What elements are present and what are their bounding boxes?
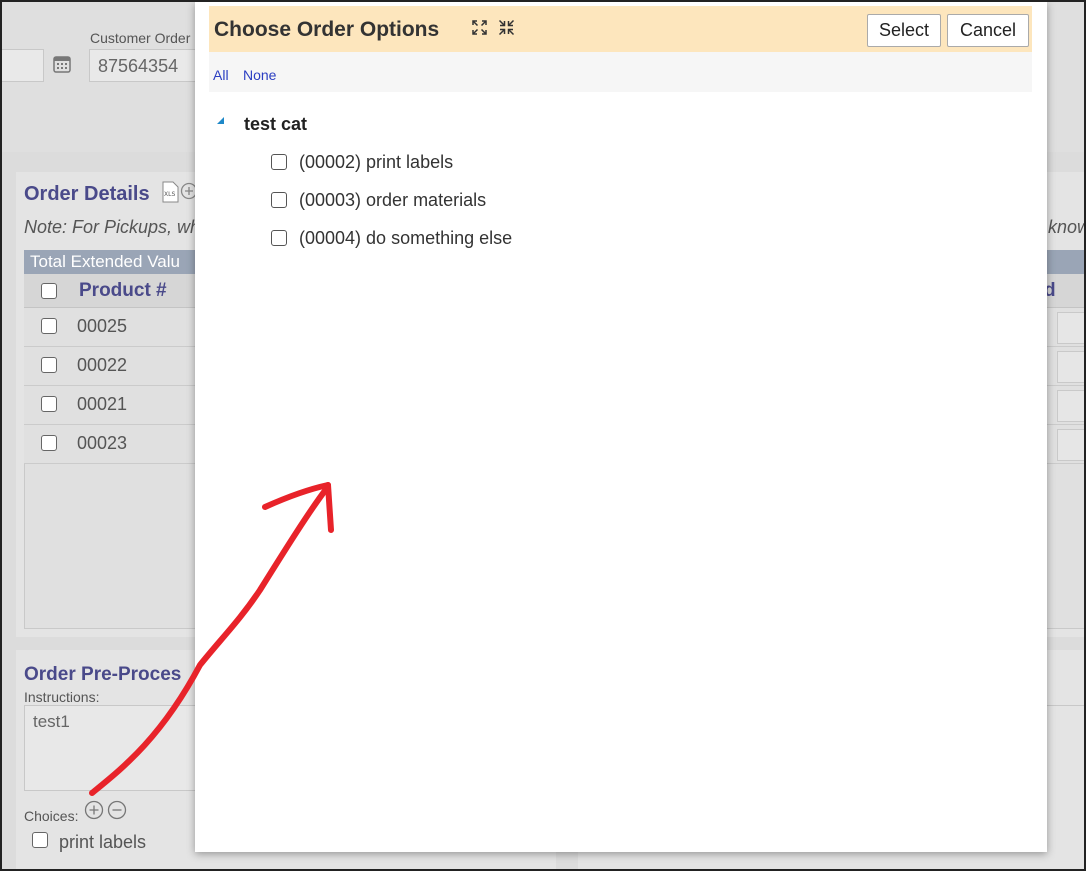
row-checkbox[interactable] <box>41 435 57 451</box>
calendar-icon[interactable] <box>52 54 72 74</box>
svg-text:XLS: XLS <box>164 191 175 198</box>
total-extended-value-label: Total Extended Valu <box>30 252 180 271</box>
option-label-00002[interactable]: (00002) print labels <box>299 152 453 173</box>
row-checkbox[interactable] <box>41 357 57 373</box>
print-labels-label: print labels <box>59 832 147 852</box>
product-column-header[interactable]: Product # <box>79 280 167 302</box>
choose-order-options-dialog: Choose Order Options Select Cancel All N… <box>195 2 1047 852</box>
cancel-button[interactable]: Cancel <box>947 14 1029 47</box>
option-checkbox-00003[interactable] <box>271 192 287 208</box>
select-none-link[interactable]: None <box>243 67 276 83</box>
select-all-link[interactable]: All <box>213 67 229 83</box>
dialog-header: Choose Order Options Select Cancel <box>209 6 1032 52</box>
xls-icon[interactable]: XLS <box>160 181 180 203</box>
product-number: 00021 <box>77 394 128 414</box>
row-input[interactable] <box>1057 351 1086 383</box>
order-details-title: Order Details <box>24 183 150 205</box>
minus-circle-icon[interactable] <box>107 800 127 820</box>
select-all-checkbox[interactable] <box>41 283 57 299</box>
product-number: 00025 <box>77 316 128 336</box>
option-label-00004[interactable]: (00004) do something else <box>299 228 512 249</box>
print-labels-checkbox[interactable] <box>32 832 48 848</box>
row-checkbox[interactable] <box>41 396 57 412</box>
row-input[interactable] <box>1057 429 1086 461</box>
date-input[interactable] <box>2 49 44 82</box>
tree-expanded-arrow-icon[interactable] <box>216 116 226 126</box>
choices-label: Choices: <box>24 808 79 824</box>
select-button[interactable]: Select <box>867 14 941 47</box>
pre-processing-title: Order Pre-Proces <box>24 664 182 685</box>
option-checkbox-00004[interactable] <box>271 230 287 246</box>
row-input[interactable] <box>1057 312 1086 344</box>
collapse-icon[interactable] <box>498 19 515 36</box>
row-checkbox[interactable] <box>41 318 57 334</box>
plus-circle-icon[interactable] <box>84 800 104 820</box>
selection-links-bar: All None <box>209 52 1032 92</box>
dialog-title: Choose Order Options <box>214 18 440 41</box>
instructions-label: Instructions: <box>24 689 100 705</box>
pickup-note-continued: know <box>1048 217 1086 237</box>
option-checkbox-00002[interactable] <box>271 154 287 170</box>
row-input[interactable] <box>1057 390 1086 422</box>
expand-icon[interactable] <box>471 19 488 36</box>
option-label-00003[interactable]: (00003) order materials <box>299 190 486 211</box>
customer-order-input[interactable]: 87564354 <box>89 49 199 82</box>
customer-order-label: Customer Order <box>90 30 191 46</box>
product-number: 00022 <box>77 355 128 375</box>
category-label: test cat <box>244 114 308 134</box>
product-number: 00023 <box>77 433 128 453</box>
pickup-note: Note: For Pickups, wh <box>24 217 201 237</box>
